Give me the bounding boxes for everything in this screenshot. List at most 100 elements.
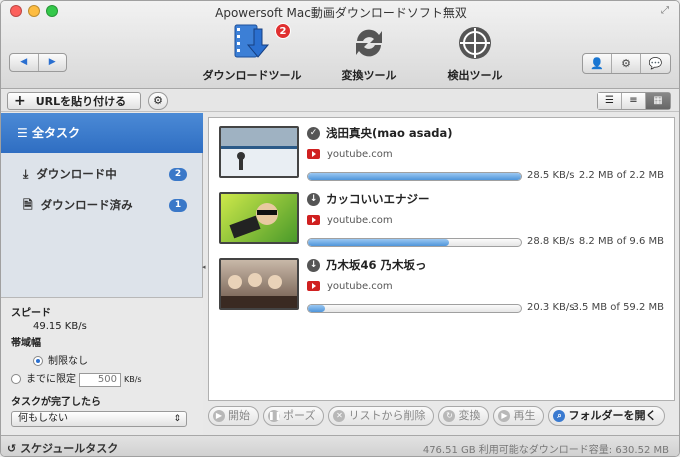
sidebar-item-all-tasks[interactable]: ☰ 全タスク [1,113,203,153]
download-film-icon [230,21,274,65]
sub-toolbar: + URLを貼り付ける ⚙ ☰ ≡ ▦ [1,90,679,112]
convert-button[interactable]: ↻ 変換 [438,406,490,426]
list-view-icon[interactable]: ≡ [622,93,646,109]
convert-icon: ↻ [443,410,456,422]
download-title: ↓ 乃木坂46 乃木坂っ [307,257,427,273]
sidebar-item-downloaded[interactable]: 🗎 ダウンロード済み 1 [1,192,203,218]
progress-bar [307,304,522,313]
limit-option[interactable]: までに限定 500 KB/s [11,370,193,387]
disk-space: 476.51 GB 利用可能なダウンロード容量: 630.52 MB [422,445,669,456]
pause-label: ポーズ [283,409,316,422]
download-speed: 28.8 KB/s [527,236,575,247]
downloading-icon: ↓ [307,193,320,206]
speed-label: スピード [11,308,51,319]
source-line: youtube.com [307,149,393,160]
open-folder-label: フォルダーを開く [568,409,657,422]
speed-value: 49.15 KB/s [33,321,87,332]
radio-off[interactable] [11,374,21,384]
downloading-icon: ↓ [307,259,320,272]
window-title: Apowersoft Mac動画ダウンロードソフト無双 [215,6,467,20]
speed-panel: スピード 49.15 KB/s 帯域幅 制限なし までに限定 500 KB/s タス… [1,297,203,435]
sidebar-item-label: ダウンロード済み [40,198,133,212]
detect-crosshair-icon [453,21,497,65]
pause-icon: ❚❚ [268,410,282,422]
start-button[interactable]: ▶ 開始 [208,406,259,426]
title-text: カッコいいエナジー [326,192,430,206]
download-row[interactable]: ↓ 乃木坂46 乃木坂っ youtube.com 20.3 KB/s 3.5 MB… [209,250,674,316]
download-title: ✓ 浅田真央(mao asada) [307,125,453,141]
youtube-icon [307,215,320,225]
sidebar-item-downloading[interactable]: ⤓ ダウンロード中 2 [1,161,203,187]
downloaded-file-icon: 🗎 [23,198,33,212]
grid-view-icon[interactable]: ▦ [646,93,670,109]
play-icon: ▶ [213,410,225,422]
paste-url-label: URLを貼り付ける [35,95,127,108]
download-size: 2.2 MB of 2.2 MB [578,170,664,181]
list-detail-view-icon[interactable]: ☰ [598,93,622,109]
source-line: youtube.com [307,281,393,292]
action-bar: ▶ 開始 ❚❚ ポーズ ✕ リストから削除 ↻ 変換 ▶ 再生 ⌕ フォルダーを開く [208,406,675,428]
download-row[interactable]: ✓ 浅田真央(mao asada) youtube.com 28.5 KB/s 2… [209,118,674,184]
convert-arrows-icon [347,21,391,65]
list-icon: ☰ [17,126,32,140]
remove-button[interactable]: ✕ リストから削除 [328,406,435,426]
progress-fill [308,305,326,312]
open-folder-button[interactable]: ⌕ フォルダーを開く [548,406,666,426]
unlimited-label: 制限なし [48,356,88,367]
progress-fill [308,173,521,180]
count-badge: 2 [169,168,187,181]
download-tray-icon: ⤓ [23,167,29,181]
youtube-icon [307,149,320,159]
nav-buttons: ◀ ▶ [9,53,67,72]
progress-bar [307,172,522,181]
convert-label: 変換 [458,409,481,422]
back-button[interactable]: ◀ [10,54,39,71]
sidebar-item-label: ダウンロード中 [36,167,117,181]
gear-icon[interactable]: ⚙ [612,54,641,73]
splitter-handle[interactable]: ◂ [202,263,206,271]
source-line: youtube.com [307,215,393,226]
progress-fill [308,239,449,246]
convert-tool-label: 変換ツール [341,69,397,82]
download-row[interactable]: ↓ カッコいいエナジー youtube.com 28.8 KB/s 8.2 MB … [209,184,674,250]
toolbar-area: Apowersoft Mac動画ダウンロードソフト無双 ⤢ ◀ ▶ 2 ダウンロ… [1,1,679,89]
video-thumbnail [219,192,299,244]
completed-icon: ✓ [307,127,320,140]
forward-button[interactable]: ▶ [39,54,67,71]
download-size: 8.2 MB of 9.6 MB [578,236,664,247]
download-list: ✓ 浅田真央(mao asada) youtube.com 28.5 KB/s 2… [208,117,675,401]
unlimited-option[interactable]: 制限なし [11,352,193,367]
source-text: youtube.com [327,281,393,292]
bandwidth-label: 帯域幅 [11,338,41,349]
settings-gear-icon[interactable]: ⚙ [148,92,168,110]
when-done-select[interactable]: 何もしない [11,411,187,427]
convert-tool-button[interactable]: 変換ツール [314,21,424,83]
remove-label: リストから削除 [348,409,426,422]
video-thumbnail [219,126,299,178]
pause-button[interactable]: ❚❚ ポーズ [263,406,325,426]
play-icon: ▶ [498,410,511,422]
radio-on[interactable] [33,356,43,366]
source-text: youtube.com [327,215,393,226]
all-tasks-label: 全タスク [31,126,80,140]
progress-bar [307,238,522,247]
account-buttons: 👤 ⚙ 💬 [582,53,671,74]
user-icon[interactable]: 👤 [583,54,612,73]
video-thumbnail [219,258,299,310]
app-window: Apowersoft Mac動画ダウンロードソフト無双 ⤢ ◀ ▶ 2 ダウンロ… [0,0,680,457]
source-text: youtube.com [327,149,393,160]
fullscreen-icon[interactable]: ⤢ [661,5,673,17]
search-icon: ⌕ [553,410,566,422]
download-size: 3.5 MB of 59.2 MB [572,302,665,313]
chat-icon[interactable]: 💬 [641,54,670,73]
detect-tool-button[interactable]: 検出ツール [420,21,530,83]
limit-input[interactable]: 500 [79,373,121,387]
play-button[interactable]: ▶ 再生 [493,406,545,426]
schedule-task-button[interactable]: ↺ スケジュールタスク [7,440,118,456]
download-tool-button[interactable]: 2 ダウンロードツール [197,21,307,83]
youtube-icon [307,281,320,291]
download-tool-label: ダウンロードツール [202,69,302,82]
title-text: 乃木坂46 乃木坂っ [326,258,427,272]
paste-url-button[interactable]: + URLを貼り付ける [7,92,141,110]
play-label: 再生 [513,409,536,422]
